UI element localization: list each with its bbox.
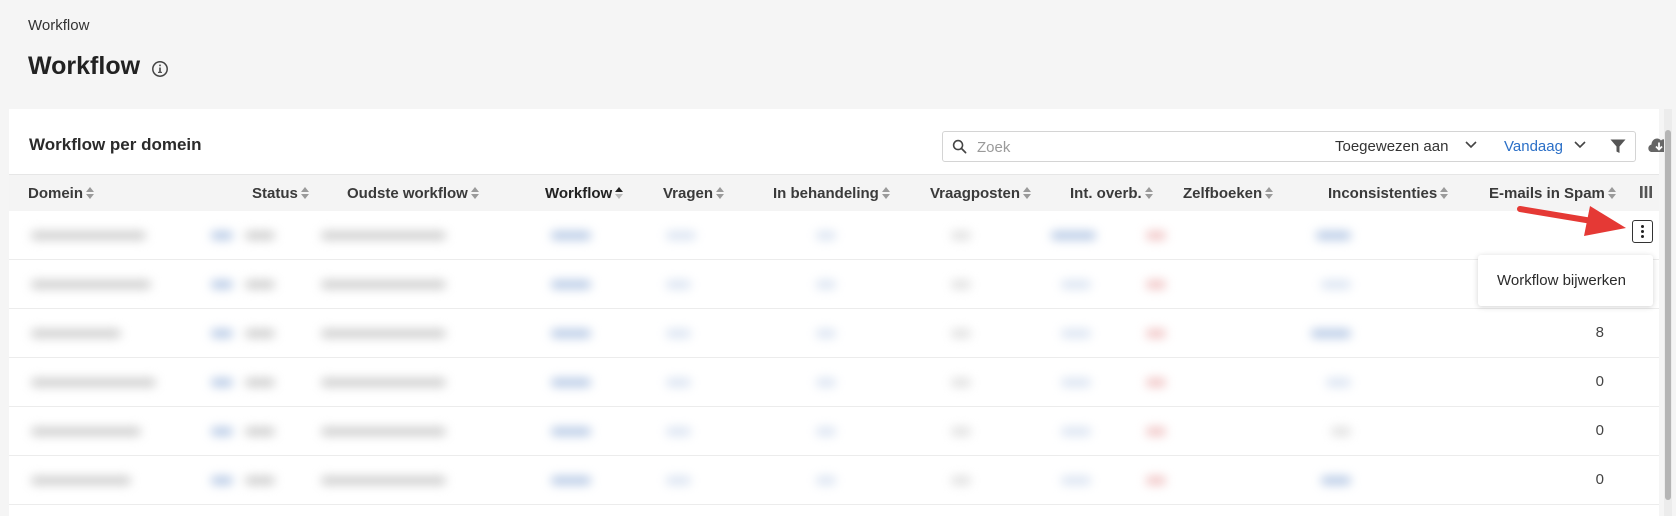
column-header-inconsistenties[interactable]: Inconsistenties	[1328, 185, 1449, 202]
redacted-row-content	[21, 407, 1463, 456]
table-row[interactable]	[9, 260, 1659, 309]
redacted-row-content	[21, 309, 1463, 358]
spam-count: 0	[1595, 422, 1604, 439]
chevron-down-icon[interactable]	[1465, 141, 1477, 149]
row-actions-kebab-button[interactable]	[1632, 220, 1653, 243]
column-header-in-behandeling[interactable]: In behandeling	[773, 185, 890, 202]
spam-count: 8	[1595, 324, 1604, 341]
card-title: Workflow per domein	[29, 135, 202, 154]
spam-count: 0	[1595, 471, 1604, 488]
column-header-vraagposten[interactable]: Vraagposten	[930, 185, 1032, 202]
sort-icon	[470, 187, 479, 199]
workflow-card: Workflow per domein Toegewezen aan Vanda…	[9, 109, 1671, 516]
kebab-menu-icon	[1641, 230, 1644, 233]
kebab-menu-icon	[1641, 235, 1644, 238]
sort-icon	[1023, 187, 1032, 199]
column-header-workflow[interactable]: Workflow	[545, 185, 624, 202]
columns-icon[interactable]	[1639, 185, 1653, 199]
table-row[interactable]: 0	[9, 358, 1659, 407]
page-title: Workflow	[28, 52, 141, 80]
sort-icon	[1265, 187, 1274, 199]
table-row[interactable]: 8	[9, 309, 1659, 358]
column-header-vragen[interactable]: Vragen	[663, 185, 725, 202]
sort-icon	[615, 187, 624, 199]
sort-icon	[86, 187, 95, 199]
redacted-row-content	[21, 358, 1463, 407]
redacted-row-content	[21, 456, 1463, 505]
info-icon[interactable]	[151, 60, 169, 78]
redacted-row-content	[21, 260, 1463, 309]
column-header-status[interactable]: Status	[252, 185, 309, 202]
kebab-menu-icon	[1641, 225, 1644, 228]
filter-icon[interactable]	[1610, 139, 1626, 154]
column-header-zelfboeken[interactable]: Zelfboeken	[1183, 185, 1274, 202]
chevron-down-icon[interactable]	[1574, 141, 1586, 149]
sort-icon	[881, 187, 890, 199]
scrollbar-thumb[interactable]	[1665, 130, 1671, 500]
table-row[interactable]: 0	[9, 456, 1659, 505]
sort-icon	[300, 187, 309, 199]
table-toolbar: Toegewezen aan Vandaag	[942, 131, 1636, 162]
annotation-arrow	[1517, 206, 1626, 236]
table-row[interactable]	[9, 211, 1659, 260]
menu-item-workflow-bijwerken[interactable]: Workflow bijwerken	[1497, 272, 1626, 289]
sort-icon	[1144, 187, 1153, 199]
column-header-oudste-workflow[interactable]: Oudste workflow	[347, 185, 479, 202]
table-header: Domein Status Oudste workflow Workflow V…	[9, 174, 1659, 211]
row-actions-menu: Workflow bijwerken	[1478, 255, 1653, 306]
table-row[interactable]: 0	[9, 407, 1659, 456]
breadcrumb[interactable]: Workflow	[28, 17, 89, 34]
spam-count: 0	[1595, 373, 1604, 390]
column-header-domein[interactable]: Domein	[28, 185, 95, 202]
column-header-int-overb[interactable]: Int. overb.	[1070, 185, 1153, 202]
sort-icon	[1440, 187, 1449, 199]
sort-icon	[716, 187, 725, 199]
search-icon	[952, 139, 967, 154]
search-input[interactable]	[977, 136, 1297, 158]
sort-icon	[1607, 187, 1616, 199]
assignee-dropdown[interactable]: Toegewezen aan	[1335, 138, 1448, 155]
redacted-row-content	[21, 211, 1463, 260]
date-dropdown[interactable]: Vandaag	[1504, 138, 1563, 155]
